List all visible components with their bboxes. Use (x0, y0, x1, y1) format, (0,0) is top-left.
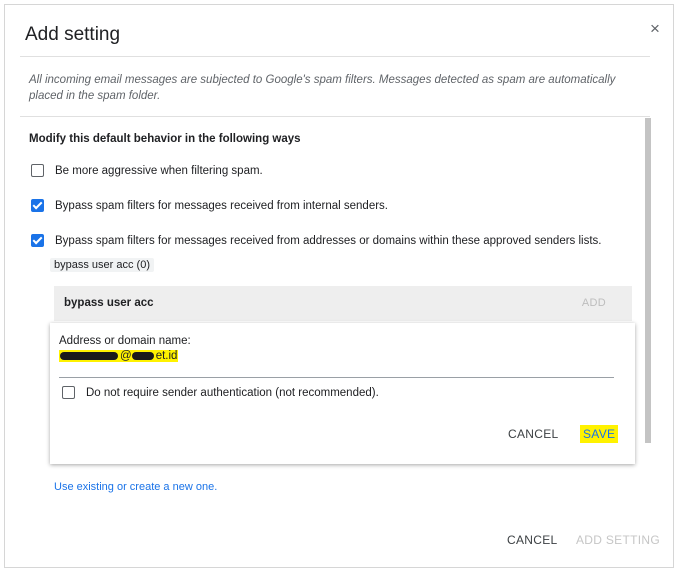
option-label: Do not require sender authentication (no… (86, 386, 379, 399)
option-label: Be more aggressive when filtering spam. (55, 164, 263, 177)
address-field-underline (59, 377, 614, 378)
address-field-value[interactable]: @ et.id (59, 350, 179, 362)
spam-filter-description: All incoming email messages are subjecte… (29, 74, 616, 102)
option-bypass-internal[interactable]: Bypass spam filters for messages receive… (31, 199, 388, 212)
save-button[interactable]: SAVE (580, 425, 619, 443)
address-field-label: Address or domain name: (59, 335, 191, 347)
option-aggressive-filtering[interactable]: Be more aggressive when filtering spam. (31, 164, 263, 177)
checkbox-icon[interactable] (62, 386, 75, 399)
approved-list-title: bypass user acc (64, 297, 154, 309)
checkbox-icon[interactable] (31, 164, 44, 177)
checkbox-icon[interactable] (31, 199, 44, 212)
address-value-highlight: @ et.id (59, 350, 179, 362)
redaction-mark (131, 351, 154, 360)
cancel-button[interactable]: CANCEL (507, 533, 557, 547)
redaction-mark (60, 351, 118, 360)
close-icon[interactable]: × (645, 19, 665, 39)
section-heading: Modify this default behavior in the foll… (29, 133, 301, 145)
dialog-title: Add setting (25, 24, 121, 45)
approved-list-header: bypass user acc ADD (54, 286, 632, 321)
add-setting-button[interactable]: ADD SETTING (576, 533, 660, 547)
option-label: Bypass spam filters for messages receive… (55, 234, 602, 247)
checkbox-icon[interactable] (31, 234, 44, 247)
option-no-sender-auth[interactable]: Do not require sender authentication (no… (62, 386, 379, 399)
scrollbar-thumb[interactable] (645, 118, 651, 443)
approved-list-chip[interactable]: bypass user acc (0) (50, 258, 154, 272)
add-address-card: Address or domain name: @ et.id Do not re… (50, 323, 635, 464)
option-label: Bypass spam filters for messages receive… (55, 199, 388, 212)
option-bypass-approved-lists[interactable]: Bypass spam filters for messages receive… (31, 234, 602, 247)
add-address-button[interactable]: ADD (582, 297, 606, 309)
content-divider (20, 116, 650, 117)
header-divider (20, 56, 650, 57)
use-existing-link[interactable]: Use existing or create a new one. (54, 481, 217, 493)
card-cancel-button[interactable]: CANCEL (508, 427, 558, 441)
